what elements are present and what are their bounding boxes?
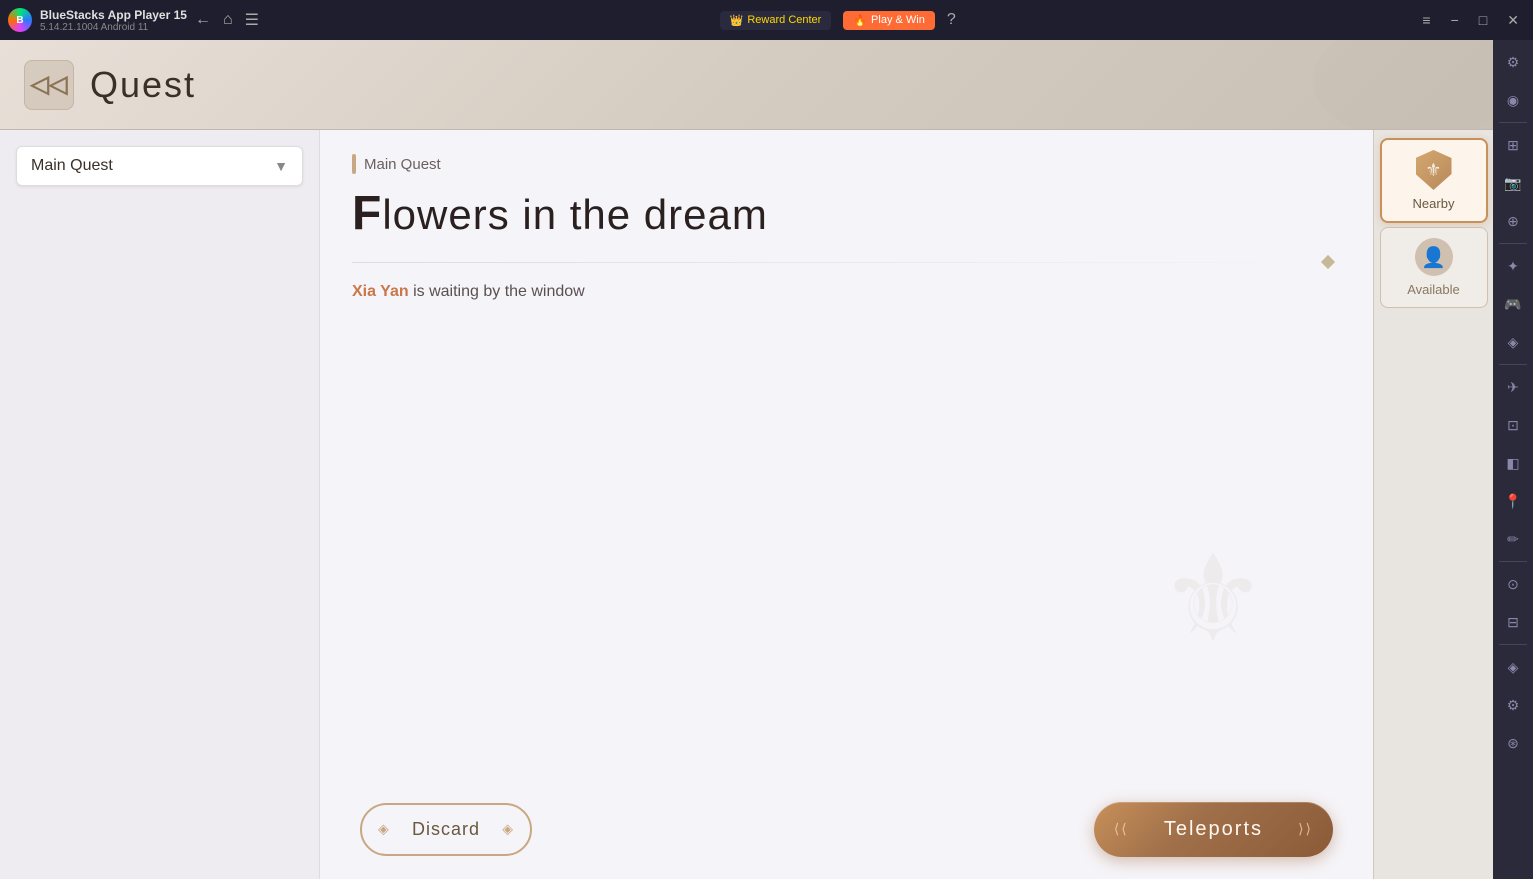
bs-tool-16[interactable]: ⚙ — [1495, 687, 1531, 723]
bs-sidebar: ⚙ ◉ ⊞ 📷 ⊕ ✦ 🎮 ◈ ✈ ⊡ ◧ 📍 ✏ ⊙ ⊟ ◈ ⚙ ⊛ — [1493, 40, 1533, 879]
category-bar-decoration — [352, 154, 356, 174]
restore-btn[interactable]: □ — [1473, 10, 1493, 30]
bs-tool-10[interactable]: ◧ — [1495, 445, 1531, 481]
quest-npc-action: is waiting by the window — [413, 283, 585, 300]
title-bar-right: ≡ − □ ✕ — [1416, 10, 1525, 31]
quest-name-rest: lowers in the dream — [382, 191, 768, 238]
bs-divider-1 — [1499, 122, 1527, 123]
bs-tool-12[interactable]: ✏ — [1495, 521, 1531, 557]
quest-left-panel: Main Quest ▼ — [0, 130, 320, 879]
title-bar-center: 👑 Reward Center 🔥 Play & Win ? — [720, 11, 956, 30]
quest-back-button[interactable]: ◁◁ — [24, 60, 74, 110]
play-win-label: Play & Win — [871, 14, 925, 26]
app-info: BlueStacks App Player 15 5.14.21.1004 An… — [40, 8, 187, 33]
quest-header: ◁◁ Quest — [0, 40, 1493, 130]
bs-tool-13[interactable]: ⊙ — [1495, 566, 1531, 602]
quest-name-heading: Flowers in the dream — [352, 186, 1341, 241]
quest-bottom-bar: Discard Teleports — [320, 779, 1373, 879]
reward-center-label: Reward Center — [747, 14, 821, 26]
bs-tool-4[interactable]: ⊕ — [1495, 203, 1531, 239]
nearby-card[interactable]: ⚜ Nearby — [1380, 138, 1488, 223]
bs-divider-2 — [1499, 243, 1527, 244]
app-version: 5.14.21.1004 Android 11 — [40, 22, 187, 33]
bs-divider-4 — [1499, 561, 1527, 562]
watermark-decoration: ⚜ — [1113, 499, 1313, 699]
quest-body: Main Quest ▼ Main Quest Flowers in the d… — [0, 130, 1493, 879]
bs-tool-2[interactable]: ⊞ — [1495, 127, 1531, 163]
quest-title: Quest — [90, 64, 196, 106]
available-icon: 👤 — [1415, 238, 1453, 276]
watermark-icon: ⚜ — [1159, 530, 1267, 669]
home-nav-icon[interactable]: ⌂ — [223, 11, 233, 29]
quest-divider — [352, 257, 1341, 267]
app-name: BlueStacks App Player 15 — [40, 8, 187, 22]
quest-detail-area: Main Quest Flowers in the dream Xia Yan — [320, 130, 1373, 779]
nearby-label: Nearby — [1413, 196, 1455, 211]
divider-diamond-icon — [1321, 255, 1335, 269]
bs-tool-14[interactable]: ⊟ — [1495, 604, 1531, 640]
bs-tool-9[interactable]: ⊡ — [1495, 407, 1531, 443]
quest-type-selector[interactable]: Main Quest ▼ — [16, 146, 303, 186]
nearby-shield-icon: ⚜ — [1414, 150, 1454, 190]
dropdown-arrow-icon: ▼ — [274, 158, 288, 174]
quest-content: Main Quest Flowers in the dream Xia Yan — [320, 130, 1373, 879]
title-bar-nav: ← ⌂ ☰ — [195, 10, 259, 30]
bs-tool-15[interactable]: ◈ — [1495, 649, 1531, 685]
discard-button[interactable]: Discard — [360, 803, 532, 856]
app-area: ◁◁ Quest Main Quest ▼ Main Quest — [0, 40, 1493, 879]
quest-category-text: Main Quest — [364, 156, 441, 173]
reward-icon: 👑 — [730, 14, 744, 27]
bs-tool-17[interactable]: ⊛ — [1495, 725, 1531, 761]
close-btn[interactable]: ✕ — [1501, 10, 1525, 31]
title-bar-left: B BlueStacks App Player 15 5.14.21.1004 … — [8, 8, 259, 33]
teleports-button[interactable]: Teleports — [1094, 802, 1333, 857]
help-icon[interactable]: ? — [947, 11, 956, 29]
available-label: Available — [1407, 282, 1460, 297]
quest-name-first-letter: F — [352, 187, 382, 240]
bs-divider-3 — [1499, 364, 1527, 365]
shield-shape: ⚜ — [1416, 150, 1452, 190]
title-bar: B BlueStacks App Player 15 5.14.21.1004 … — [0, 0, 1533, 40]
bs-tool-5[interactable]: ✦ — [1495, 248, 1531, 284]
bs-tool-0[interactable]: ⚙ — [1495, 44, 1531, 80]
back-nav-icon[interactable]: ← — [195, 11, 211, 29]
settings-win-btn[interactable]: ≡ — [1416, 10, 1436, 30]
reward-center-button[interactable]: 👑 Reward Center — [720, 11, 832, 30]
quest-category-label: Main Quest — [352, 154, 1341, 174]
play-win-icon: 🔥 — [853, 14, 867, 27]
back-arrow-icon: ◁◁ — [31, 70, 68, 99]
minimize-btn[interactable]: − — [1445, 10, 1465, 30]
bs-tool-3[interactable]: 📷 — [1495, 165, 1531, 201]
bs-tool-6[interactable]: 🎮 — [1495, 286, 1531, 322]
nearby-panel: ⚜ Nearby 👤 Available — [1373, 130, 1493, 879]
bs-tool-1[interactable]: ◉ — [1495, 82, 1531, 118]
main-container: ◁◁ Quest Main Quest ▼ Main Quest — [0, 40, 1533, 879]
quest-npc-name: Xia Yan — [352, 283, 409, 300]
bluestacks-logo: B — [8, 8, 32, 32]
divider-line-left — [352, 262, 1315, 263]
quest-type-label: Main Quest — [31, 157, 113, 175]
bs-divider-5 — [1499, 644, 1527, 645]
bs-tool-11[interactable]: 📍 — [1495, 483, 1531, 519]
bs-tool-8[interactable]: ✈ — [1495, 369, 1531, 405]
bs-tool-7[interactable]: ◈ — [1495, 324, 1531, 360]
quest-npc-description: Xia Yan is waiting by the window — [352, 283, 1341, 301]
menu-nav-icon[interactable]: ☰ — [245, 10, 259, 30]
available-card[interactable]: 👤 Available — [1380, 227, 1488, 308]
play-win-button[interactable]: 🔥 Play & Win — [843, 11, 935, 30]
